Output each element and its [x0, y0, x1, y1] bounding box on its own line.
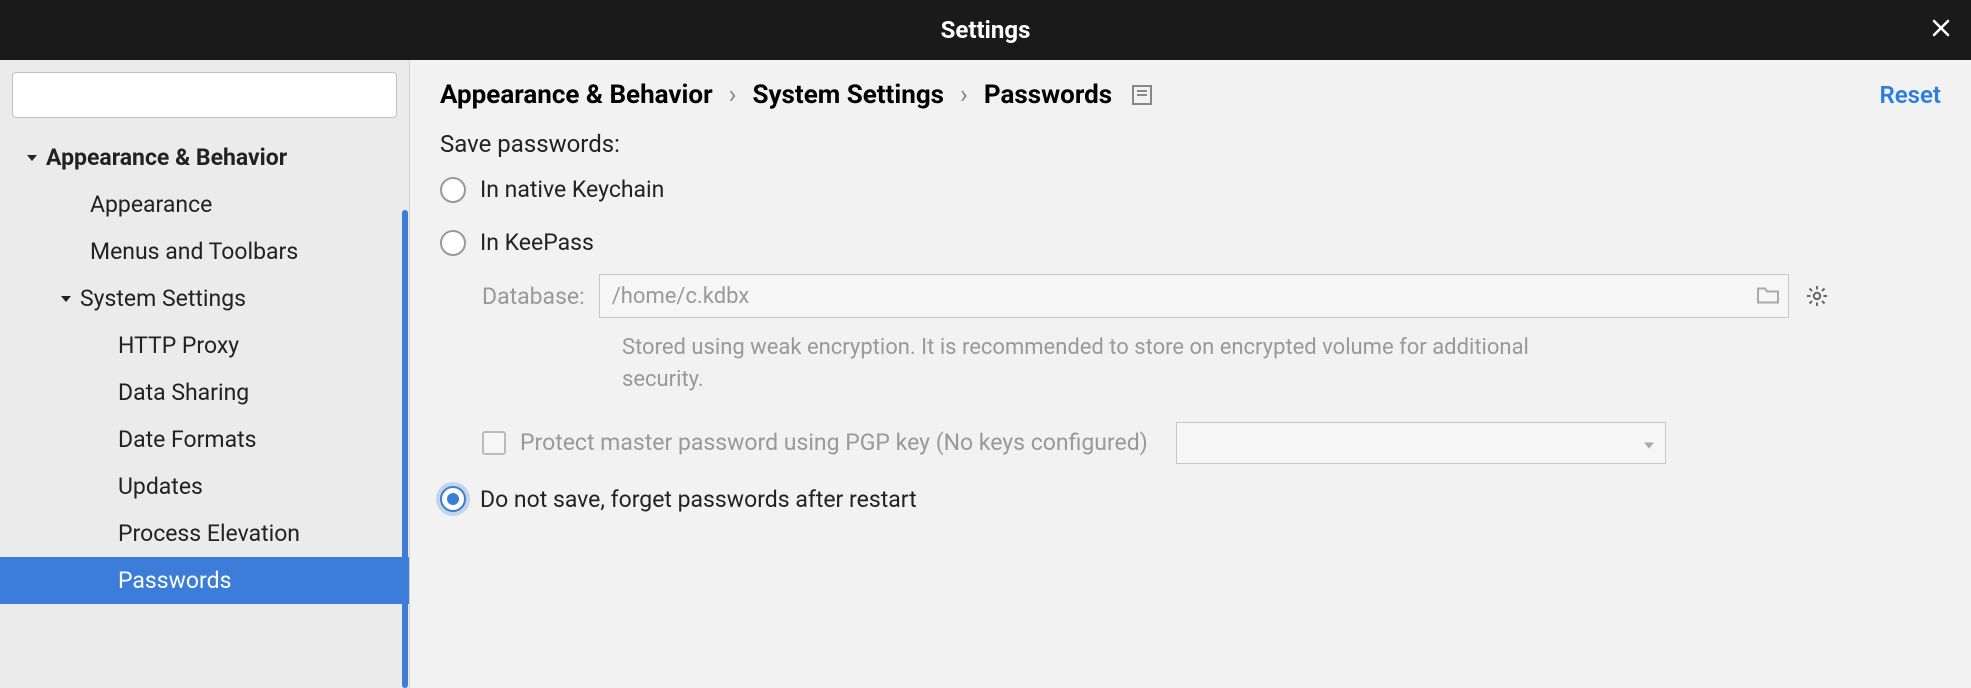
- sidebar-item-label: Passwords: [118, 567, 231, 594]
- scrollbar[interactable]: [402, 210, 408, 688]
- encryption-hint: Stored using weak encryption. It is reco…: [622, 332, 1542, 396]
- radio-icon: [440, 486, 466, 512]
- sidebar-item-process-elevation[interactable]: Process Elevation: [0, 510, 409, 557]
- sidebar-item-data-sharing[interactable]: Data Sharing: [0, 369, 409, 416]
- breadcrumb-part: Passwords: [984, 80, 1112, 110]
- sidebar-item-label: HTTP Proxy: [118, 332, 239, 359]
- sidebar-item-updates[interactable]: Updates: [0, 463, 409, 510]
- sidebar-item-http-proxy[interactable]: HTTP Proxy: [0, 322, 409, 369]
- database-path-input[interactable]: /home/c.kdbx: [599, 274, 1789, 318]
- reset-button[interactable]: Reset: [1880, 81, 1941, 109]
- sidebar-item-label: Date Formats: [118, 426, 257, 453]
- pgp-label: Protect master password using PGP key (N…: [520, 429, 1148, 456]
- radio-icon: [440, 230, 466, 256]
- radio-label: In native Keychain: [480, 176, 664, 203]
- radio-native-keychain[interactable]: In native Keychain: [440, 176, 1941, 203]
- chevron-right-icon: ›: [729, 80, 737, 110]
- save-passwords-label: Save passwords:: [440, 130, 1941, 158]
- sidebar-item-label: Menus and Toolbars: [90, 238, 298, 265]
- browse-folder-icon[interactable]: [1757, 283, 1779, 310]
- sidebar-item-date-formats[interactable]: Date Formats: [0, 416, 409, 463]
- sidebar-item-system-settings[interactable]: System Settings: [0, 275, 409, 322]
- radio-label: In KeePass: [480, 229, 594, 256]
- radio-do-not-save[interactable]: Do not save, forget passwords after rest…: [440, 486, 1941, 513]
- breadcrumb-part[interactable]: Appearance & Behavior: [440, 80, 713, 110]
- sidebar-item-passwords[interactable]: Passwords: [0, 557, 409, 604]
- settings-tree: Appearance & Behavior Appearance Menus a…: [0, 128, 409, 688]
- sidebar-item-label: Data Sharing: [118, 379, 249, 406]
- settings-sidebar: Appearance & Behavior Appearance Menus a…: [0, 60, 410, 688]
- database-path-value: /home/c.kdbx: [612, 284, 750, 309]
- sidebar-item-label: Process Elevation: [118, 520, 300, 547]
- sidebar-item-label: System Settings: [80, 285, 246, 312]
- sidebar-item-appearance[interactable]: Appearance: [0, 181, 409, 228]
- close-icon[interactable]: [1931, 17, 1951, 43]
- sidebar-item-menus-toolbars[interactable]: Menus and Toolbars: [0, 228, 409, 275]
- radio-icon: [440, 177, 466, 203]
- pgp-key-select[interactable]: [1176, 422, 1666, 464]
- radio-label: Do not save, forget passwords after rest…: [480, 486, 917, 513]
- titlebar: Settings: [0, 0, 1971, 60]
- chevron-right-icon: ›: [960, 80, 968, 110]
- sidebar-item-label: Updates: [118, 473, 203, 500]
- sidebar-item-appearance-behavior[interactable]: Appearance & Behavior: [0, 134, 409, 181]
- chevron-down-icon: [22, 152, 42, 164]
- database-label: Database:: [482, 283, 585, 310]
- gear-icon[interactable]: [1803, 282, 1831, 310]
- search-input[interactable]: [12, 72, 397, 118]
- sidebar-item-label: Appearance: [90, 191, 212, 218]
- breadcrumb-part[interactable]: System Settings: [752, 80, 944, 110]
- radio-keepass[interactable]: In KeePass: [440, 229, 1941, 256]
- chevron-down-icon: [56, 293, 76, 305]
- chevron-down-icon: [1643, 429, 1655, 456]
- breadcrumb: Appearance & Behavior › System Settings …: [440, 80, 1152, 110]
- settings-content: Appearance & Behavior › System Settings …: [410, 60, 1971, 688]
- settings-scope-icon[interactable]: [1132, 85, 1152, 105]
- pgp-checkbox[interactable]: [482, 431, 506, 455]
- sidebar-item-label: Appearance & Behavior: [46, 144, 287, 171]
- window-title: Settings: [941, 16, 1031, 44]
